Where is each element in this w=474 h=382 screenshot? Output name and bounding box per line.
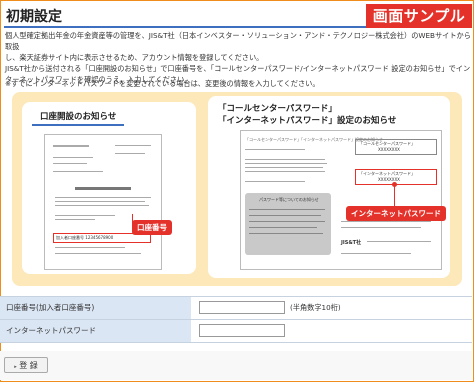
password-info-title: パスワード等についてのお知らせ [259,197,319,202]
account-number-cell: (半角数字10桁) [192,297,472,319]
doc-line [55,215,115,216]
doc-line [115,145,151,146]
doc-line [55,253,141,254]
account-number-label: 口座番号(加入者口座番号) [0,297,191,319]
intro-line-3: JIS&T社から送付される「口座開設のお知らせ」で口座番号を、「コールセンターパ… [5,64,471,73]
doc-line [53,145,89,147]
callcenter-password-box: 「コールセンターパスワード」 XXXXXXXX [355,139,437,155]
internet-password-label: インターネットパスワード [0,320,191,342]
doc-line [245,159,325,160]
internet-password-row: インターネットパスワード [0,320,472,342]
doc-line [245,181,305,182]
password-notice-title-line1: 「コールセンターパスワード」 [218,104,337,114]
doc-line [245,171,325,172]
guide-panel: 口座開設のお知らせ 加入者口座番号 12345678900 口座番号 「コールセ… [12,92,462,286]
doc-line [53,157,93,158]
account-number-sample: 加入者口座番号 12345678900 [56,235,114,240]
register-button-label: 登 録 [19,361,38,370]
doc-line [245,163,327,164]
doc-line [245,167,323,168]
intro-note: ※すでにインターネットパスワードを変更されている場合は、変更後の情報を入力してく… [5,79,320,88]
footer-bar [0,351,472,380]
intro-text: 個人型確定拠出年金の年金資産等の管理を、JIS&T社（日本インベスター・ソリュー… [5,30,471,85]
password-info-box: パスワード等についてのお知らせ [245,193,331,255]
account-number-row: 口座番号(加入者口座番号) (半角数字10桁) [0,297,472,319]
internet-password-callout: インターネットパスワード [346,206,446,221]
doc-line [55,219,95,220]
doc-line [249,215,321,216]
form-bottom-border [0,342,472,343]
password-notice-card: 「コールセンターパスワード」 「インターネットパスワード」設定のお知らせ 「コー… [208,96,450,278]
doc-line [249,227,317,228]
account-number-input[interactable] [199,301,285,314]
title-underline-accent [32,124,124,126]
doc-line [115,153,145,154]
doc-line [55,247,125,248]
doc-line [249,221,325,222]
internet-password-value: XXXXXXXX [378,177,400,182]
account-notice-document-image: 加入者口座番号 12345678900 [44,134,162,270]
doc-line [55,197,151,198]
doc-line [341,221,431,222]
doc-line [249,233,323,234]
password-notice-document-image: 「コールセンターパスワード」「インターネットパスワード」設定のお知らせ パスワー… [240,130,442,270]
sender-logo: JIS&T社 [341,240,362,246]
doc-line [341,227,421,228]
account-number-hint: (半角数字10桁) [290,303,341,312]
doc-line [55,205,149,206]
button-arrow-icon: ▸ [14,364,17,370]
callout-line [394,186,395,206]
doc-heading [75,187,131,190]
sample-banner: 画面サンプル [366,4,472,28]
account-notice-title: 口座開設のお知らせ [40,112,117,122]
doc-line [53,163,87,164]
internet-password-cell [192,320,472,342]
account-notice-card: 口座開設のお知らせ 加入者口座番号 12345678900 口座番号 [22,102,196,274]
doc-line [53,171,103,172]
doc-line [245,149,305,150]
doc-line [55,201,145,202]
account-number-callout: 口座番号 [132,220,172,235]
page-title: 初期設定 [6,9,62,25]
callcenter-password-value: XXXXXXXX [378,147,400,152]
intro-line-1: 個人型確定拠出年金の年金資産等の管理を、JIS&T社（日本インベスター・ソリュー… [5,31,471,51]
doc-line [367,241,431,242]
doc-line [249,209,325,210]
intro-line-2: し、楽天証券サイト内に表示させるため、アカウント情報を登録してください。 [5,53,264,62]
register-button[interactable]: ▸ 登 録 [4,357,48,373]
password-notice-title-line2: 「インターネットパスワード」設定のお知らせ [218,116,397,126]
internet-password-input[interactable] [199,324,285,337]
doc-line [341,253,411,254]
